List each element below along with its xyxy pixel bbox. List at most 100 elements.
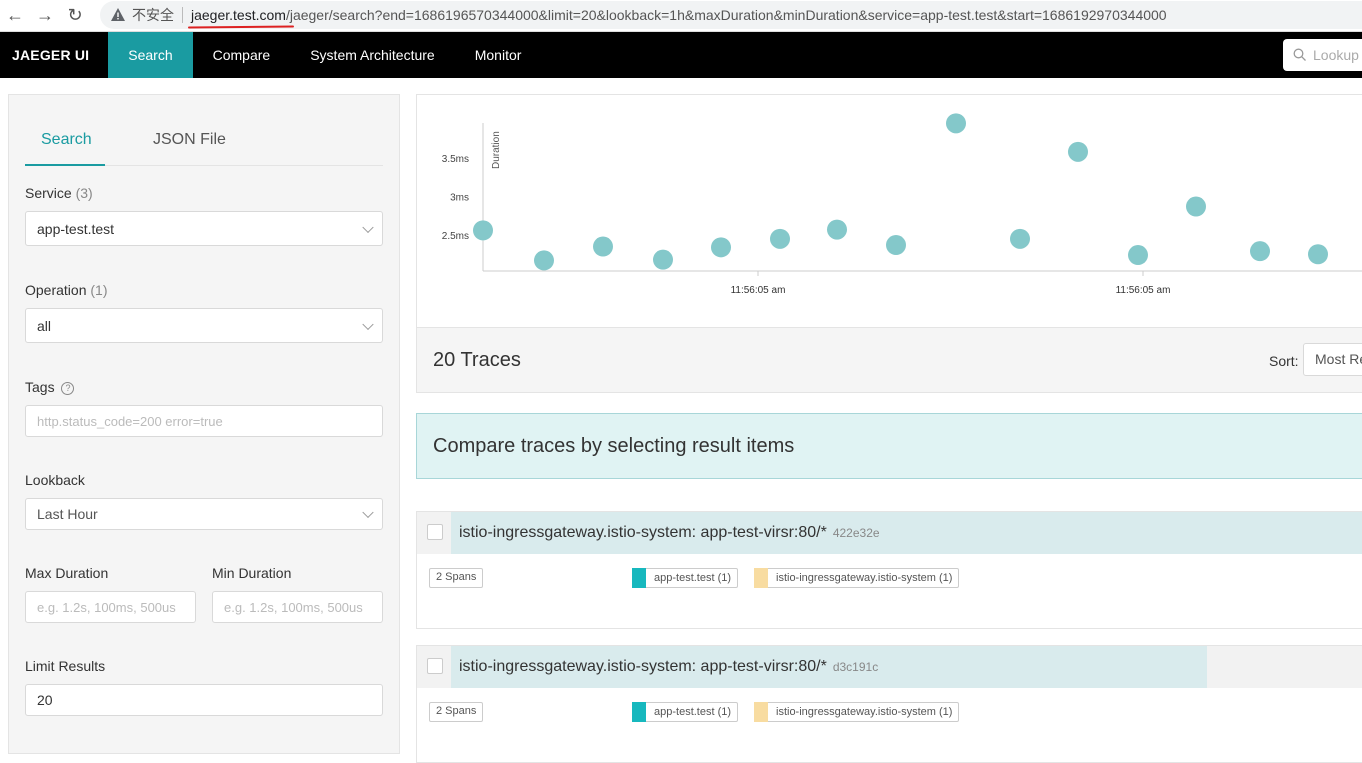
trace-lookup-input[interactable]: Lookup bbox=[1283, 39, 1362, 71]
url-separator bbox=[182, 7, 183, 23]
trace-select-checkbox[interactable] bbox=[427, 658, 443, 674]
limit-results-input[interactable]: 20 bbox=[25, 684, 383, 716]
tags-placeholder: http.status_code=200 error=true bbox=[37, 413, 223, 429]
browser-toolbar: ← → ↻ 不安全 jaeger.test.com /jaeger/search… bbox=[0, 0, 1362, 32]
span-count-tag: 2 Spans bbox=[429, 568, 484, 588]
lookup-placeholder: Lookup bbox=[1313, 47, 1359, 63]
trace-result-item[interactable]: istio-ingressgateway.istio-system: app-t… bbox=[416, 511, 1362, 629]
trace-header[interactable]: istio-ingressgateway.istio-system: app-t… bbox=[417, 646, 1362, 688]
span-count-tag: 2 Spans bbox=[429, 702, 484, 722]
x-tick-label: 11:56:05 am bbox=[1116, 285, 1171, 296]
search-form-panel: Search JSON File Service (3) app-test.te… bbox=[8, 94, 400, 754]
nav-search[interactable]: Search bbox=[108, 32, 193, 78]
limit-results-value: 20 bbox=[37, 692, 53, 708]
insecure-label[interactable]: 不安全 bbox=[132, 5, 174, 25]
url-path: /jaeger/search?end=1686196570344000&limi… bbox=[285, 7, 1167, 23]
service-tag: app-test.test (1) bbox=[632, 567, 739, 588]
service-color-swatch bbox=[754, 701, 768, 722]
nav-compare[interactable]: Compare bbox=[193, 32, 291, 78]
service-tag-label: istio-ingressgateway.istio-system (1) bbox=[776, 572, 953, 584]
results-header: 20 Traces Sort: Most Recent bbox=[416, 327, 1362, 393]
operation-count: (1) bbox=[90, 282, 108, 298]
limit-results-label: Limit Results bbox=[25, 658, 106, 674]
service-value: app-test.test bbox=[37, 220, 115, 237]
trace-point[interactable] bbox=[946, 113, 966, 134]
nav-system-architecture[interactable]: System Architecture bbox=[290, 32, 455, 78]
service-label-text: Service bbox=[25, 185, 72, 201]
y-tick-label: 2.5ms bbox=[442, 231, 469, 242]
min-duration-input[interactable]: e.g. 1.2s, 100ms, 500us bbox=[212, 591, 383, 623]
service-color-swatch bbox=[632, 567, 646, 588]
min-duration-placeholder: e.g. 1.2s, 100ms, 500us bbox=[224, 599, 363, 615]
sort-select[interactable]: Most Recent bbox=[1303, 343, 1362, 376]
y-tick-label: 3ms bbox=[450, 193, 469, 204]
trace-title-text: istio-ingressgateway.istio-system: app-t… bbox=[459, 524, 827, 541]
warning-icon[interactable] bbox=[110, 7, 126, 23]
back-arrow-icon[interactable]: ← bbox=[0, 2, 30, 30]
y-tick-label: 3.5ms bbox=[442, 154, 469, 165]
lookback-value: Last Hour bbox=[37, 506, 98, 522]
tags-input[interactable]: http.status_code=200 error=true bbox=[25, 405, 383, 437]
reload-icon[interactable]: ↻ bbox=[60, 2, 90, 30]
trace-count: 20 Traces bbox=[433, 349, 521, 371]
trace-point[interactable] bbox=[653, 249, 673, 270]
trace-title[interactable]: istio-ingressgateway.istio-system: app-t… bbox=[459, 524, 880, 542]
sort-label: Sort: bbox=[1269, 353, 1299, 369]
service-color-swatch bbox=[754, 567, 768, 588]
trace-point[interactable] bbox=[1186, 196, 1206, 217]
trace-point[interactable] bbox=[1128, 245, 1148, 266]
service-tag: istio-ingressgateway.istio-system (1) bbox=[754, 567, 960, 588]
service-tag: istio-ingressgateway.istio-system (1) bbox=[754, 701, 960, 722]
max-duration-placeholder: e.g. 1.2s, 100ms, 500us bbox=[37, 599, 176, 615]
search-tabs: Search JSON File bbox=[25, 119, 383, 166]
nav-monitor[interactable]: Monitor bbox=[455, 32, 542, 78]
tags-label: Tags ? bbox=[25, 379, 75, 395]
top-nav: JAEGER UI Search Compare System Architec… bbox=[0, 32, 1362, 78]
operation-label-text: Operation bbox=[25, 282, 87, 298]
trace-point[interactable] bbox=[593, 236, 613, 257]
trace-header[interactable]: istio-ingressgateway.istio-system: app-t… bbox=[417, 512, 1362, 554]
trace-point[interactable] bbox=[886, 235, 906, 256]
search-icon bbox=[1293, 48, 1306, 61]
forward-arrow-icon[interactable]: → bbox=[30, 2, 60, 30]
trace-point[interactable] bbox=[1010, 228, 1030, 249]
trace-body: 2 Spans app-test.test (1) istio-ingressg… bbox=[417, 554, 1362, 628]
trace-point[interactable] bbox=[711, 237, 731, 258]
trace-point[interactable] bbox=[1068, 141, 1088, 162]
trace-id: d3c191c bbox=[832, 660, 879, 674]
trace-point[interactable] bbox=[1308, 244, 1328, 265]
compare-banner-text: Compare traces by selecting result items bbox=[433, 435, 795, 457]
service-tag-label: app-test.test (1) bbox=[654, 706, 732, 718]
trace-point[interactable] bbox=[473, 220, 493, 241]
min-duration-label: Min Duration bbox=[212, 565, 292, 581]
lookback-select[interactable]: Last Hour bbox=[25, 498, 383, 530]
help-icon[interactable]: ? bbox=[61, 381, 75, 395]
service-select[interactable]: app-test.test bbox=[25, 211, 383, 246]
max-duration-input[interactable]: e.g. 1.2s, 100ms, 500us bbox=[25, 591, 196, 623]
trace-title[interactable]: istio-ingressgateway.istio-system: app-t… bbox=[459, 658, 878, 676]
scatter-plot-svg: Duration 2.5ms 3ms 3.5ms 11:56:05 am 11:56:05… bbox=[442, 113, 1362, 296]
service-color-swatch bbox=[632, 701, 646, 722]
trace-point[interactable] bbox=[770, 228, 790, 249]
operation-label: Operation (1) bbox=[25, 282, 108, 298]
tab-search[interactable]: Search bbox=[41, 131, 92, 149]
service-tag: app-test.test (1) bbox=[632, 701, 739, 722]
max-duration-label: Max Duration bbox=[25, 565, 109, 581]
address-bar[interactable]: 不安全 jaeger.test.com /jaeger/search?end=1… bbox=[100, 1, 1362, 29]
brand-logo[interactable]: JAEGER UI bbox=[0, 32, 108, 78]
operation-select[interactable]: all bbox=[25, 308, 383, 343]
service-count: (3) bbox=[75, 185, 93, 201]
trace-point[interactable] bbox=[1250, 241, 1270, 262]
trace-point[interactable] bbox=[534, 250, 554, 271]
trace-title-text: istio-ingressgateway.istio-system: app-t… bbox=[459, 658, 827, 675]
operation-value: all bbox=[37, 317, 52, 334]
trace-point[interactable] bbox=[827, 219, 847, 240]
compare-banner: Compare traces by selecting result items bbox=[416, 413, 1362, 479]
chevron-down-icon bbox=[362, 221, 374, 233]
trace-result-item[interactable]: istio-ingressgateway.istio-system: app-t… bbox=[416, 645, 1362, 763]
tab-json-file[interactable]: JSON File bbox=[153, 131, 226, 149]
service-tag-label: istio-ingressgateway.istio-system (1) bbox=[776, 706, 953, 718]
trace-select-checkbox[interactable] bbox=[427, 524, 443, 540]
url-host: jaeger.test.com bbox=[191, 7, 286, 23]
service-tag-label: app-test.test (1) bbox=[654, 572, 732, 584]
